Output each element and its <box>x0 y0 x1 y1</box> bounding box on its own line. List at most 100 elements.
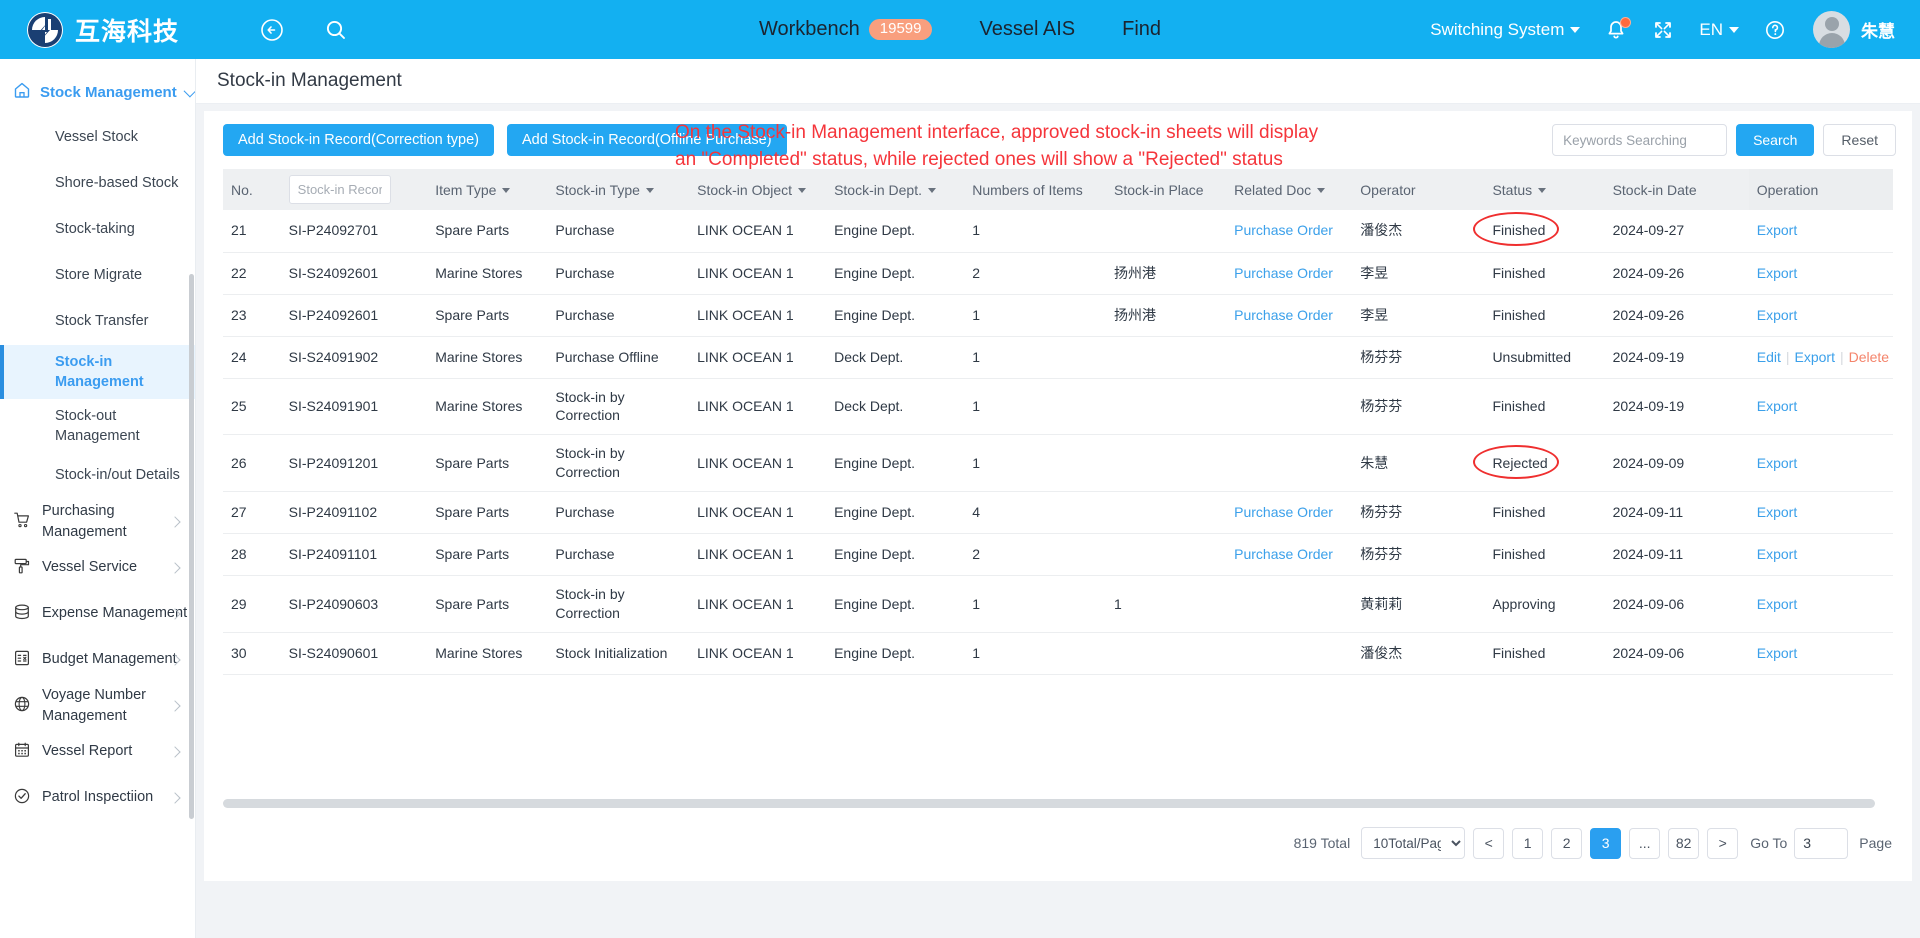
col-operator: Operator <box>1352 169 1485 210</box>
cell-related-doc[interactable]: Purchase Order <box>1226 294 1353 337</box>
table-row: 22 SI-S24092601 Marine Stores Purchase LINK … <box>223 252 1893 295</box>
record-no-filter-input[interactable] <box>288 175 391 204</box>
cell-related-doc[interactable]: Purchase Order <box>1226 210 1353 253</box>
cell-no: 26 <box>223 434 281 493</box>
cell-related-doc[interactable]: Purchase Order <box>1226 491 1353 535</box>
sidebar-item-patrol-inspection[interactable]: Patrol Inspectiion <box>0 775 195 821</box>
export-link[interactable]: Export <box>1757 222 1797 238</box>
page-button-82[interactable]: 82 <box>1668 827 1700 859</box>
nav-item-vessel-ais[interactable]: Vessel AIS <box>979 18 1075 41</box>
related-doc-link[interactable]: Purchase Order <box>1234 504 1333 520</box>
search-button[interactable]: Search <box>1736 124 1815 156</box>
sidebar-item-vessel-service[interactable]: Vessel Service <box>0 545 195 591</box>
col-stock-in-type[interactable]: Stock-in Type <box>547 169 690 210</box>
sidebar-item-stock-taking[interactable]: Stock-taking <box>0 207 195 253</box>
cell-no: 23 <box>223 294 281 337</box>
sidebar-section-stock-management[interactable]: Stock Management <box>0 69 195 115</box>
sidebar-item-stock-out-management[interactable]: Stock-out Management <box>0 399 195 453</box>
operation-separator: | <box>1785 348 1790 365</box>
cell-record_no: SI-P24092601 <box>280 294 428 337</box>
col-stock-in-object[interactable]: Stock-in Object <box>689 169 827 210</box>
page-button-2[interactable]: 2 <box>1551 827 1583 859</box>
nav-item-workbench[interactable]: Workbench 19599 <box>759 18 933 41</box>
export-link[interactable]: Export <box>1757 265 1797 281</box>
cell-numbers: 4 <box>964 491 1106 535</box>
export-link[interactable]: Export <box>1757 645 1797 661</box>
goto-page-input[interactable] <box>1794 827 1849 859</box>
export-link[interactable]: Export <box>1757 546 1797 562</box>
export-link[interactable]: Export <box>1757 504 1797 520</box>
sidebar-scrollbar[interactable] <box>189 274 194 819</box>
cell-numbers: 1 <box>964 378 1106 436</box>
cell-stockin_dept: Engine Dept. <box>826 491 965 535</box>
sidebar-item-shore-based-stock[interactable]: Shore-based Stock <box>0 161 195 207</box>
sidebar-item-store-migrate[interactable]: Store Migrate <box>0 253 195 299</box>
next-page-button[interactable]: > <box>1707 827 1739 859</box>
nav-label: Workbench <box>758 18 860 40</box>
related-doc-link[interactable]: Purchase Order <box>1234 222 1333 238</box>
sidebar-item-stock-transfer[interactable]: Stock Transfer <box>0 299 195 345</box>
notification-bell-icon[interactable] <box>1605 16 1632 41</box>
page-ellipsis-button[interactable]: ... <box>1629 827 1661 859</box>
fullscreen-icon[interactable] <box>1652 19 1674 41</box>
database-icon <box>13 603 31 625</box>
related-doc-link[interactable]: Purchase Order <box>1234 546 1333 562</box>
export-link[interactable]: Export <box>1757 398 1797 414</box>
prev-page-button[interactable]: < <box>1473 827 1505 859</box>
page-button-1[interactable]: 1 <box>1512 827 1544 859</box>
calculator-icon <box>13 649 31 671</box>
language-selector[interactable]: EN <box>1699 20 1739 40</box>
delete-link[interactable]: Delete <box>1849 349 1889 365</box>
export-link[interactable]: Export <box>1757 596 1797 612</box>
cell-related-doc[interactable]: Purchase Order <box>1226 252 1353 295</box>
search-input[interactable] <box>1552 124 1728 156</box>
cart-icon <box>13 511 31 533</box>
switching-system-dropdown[interactable]: Switching System <box>1430 20 1581 40</box>
user-avatar-icon[interactable] <box>1813 11 1850 48</box>
export-link[interactable]: Export <box>1757 307 1797 323</box>
cell-operator: 李昱 <box>1352 252 1485 295</box>
sidebar-item-stock-in-out-details[interactable]: Stock-in/out Details <box>0 453 195 499</box>
export-link[interactable]: Export <box>1757 455 1797 471</box>
col-related-doc[interactable]: Related Doc <box>1226 169 1353 210</box>
edit-link[interactable]: Edit <box>1757 349 1781 365</box>
help-circle-icon[interactable] <box>1764 19 1786 41</box>
col-status[interactable]: Status <box>1484 169 1605 210</box>
sidebar-item-budget-management[interactable]: Budget Management <box>0 637 195 683</box>
col-item-type[interactable]: Item Type <box>427 169 548 210</box>
cell-related-doc[interactable]: Purchase Order <box>1226 533 1353 577</box>
col-stock-in-dept[interactable]: Stock-in Dept. <box>826 169 965 210</box>
filter-caret-icon <box>798 188 807 194</box>
sidebar-item-label: Stock-taking <box>55 221 135 238</box>
related-doc-link[interactable]: Purchase Order <box>1234 307 1333 323</box>
sidebar-item-expense-management[interactable]: Expense Management <box>0 591 195 637</box>
cell-item_type: Spare Parts <box>427 294 548 337</box>
related-doc-link[interactable]: Purchase Order <box>1234 265 1333 281</box>
sidebar-item-stock-in-management[interactable]: Stock-in Management <box>0 345 195 399</box>
sidebar-item-vessel-stock[interactable]: Vessel Stock <box>0 115 195 161</box>
sidebar-item-label: Vessel Service <box>42 559 138 576</box>
sidebar-item-voyage-number-management[interactable]: Voyage Number Management <box>0 683 195 729</box>
cell-operation: Export <box>1748 378 1893 436</box>
reset-button[interactable]: Reset <box>1823 124 1896 156</box>
filter-caret-icon <box>502 188 511 194</box>
cell-place <box>1106 632 1227 675</box>
content-panel: Add Stock-in Record(Correction type) Add… <box>204 111 1912 881</box>
sidebar-item-vessel-report[interactable]: Vessel Report <box>0 729 195 775</box>
nav-item-find[interactable]: Find <box>1122 18 1161 41</box>
search-icon[interactable] <box>321 15 351 45</box>
cell-status: Finished <box>1484 491 1605 535</box>
cell-stockin_object: LINK OCEAN 1 <box>689 378 827 436</box>
sidebar-item-purchasing-management[interactable]: Purchasing Management <box>0 499 195 545</box>
cell-stockin_dept: Engine Dept. <box>826 434 965 493</box>
page-size-select[interactable]: 10Total/Page <box>1361 827 1466 859</box>
table-horizontal-scrollbar[interactable] <box>223 799 1875 808</box>
toolbar: Add Stock-in Record(Correction type) Add… <box>204 111 1912 170</box>
cell-operator: 杨芬芬 <box>1352 336 1485 379</box>
export-link[interactable]: Export <box>1795 349 1835 365</box>
page-button-3[interactable]: 3 <box>1590 827 1622 859</box>
add-stock-in-record-offline-button[interactable]: Add Stock-in Record(Offline Purchase) <box>506 124 787 156</box>
cell-place: 扬州港 <box>1106 252 1227 295</box>
add-stock-in-record-correction-button[interactable]: Add Stock-in Record(Correction type) <box>223 124 494 156</box>
back-arrow-icon[interactable] <box>257 15 287 45</box>
